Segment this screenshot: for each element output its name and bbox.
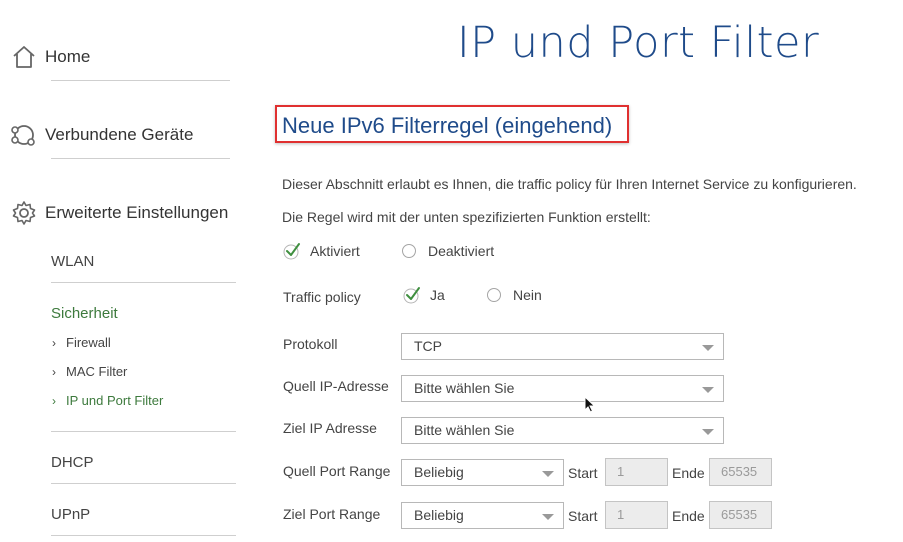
chevron-right-icon: › — [52, 336, 56, 350]
dropdown-arrow-icon — [542, 471, 554, 477]
dropdown-arrow-icon — [702, 429, 714, 435]
radio-label: Deaktiviert — [428, 243, 495, 259]
dest-port-end-input[interactable]: 65535 — [709, 501, 772, 529]
divider — [51, 282, 236, 283]
source-port-label: Quell Port Range — [283, 463, 391, 479]
source-port-select[interactable]: Beliebig — [401, 459, 564, 486]
dest-port-start-label: Start — [568, 508, 598, 524]
divider — [51, 431, 236, 432]
sidebar-item-mac-filter[interactable]: › MAC Filter — [52, 364, 127, 379]
sidebar-item-label: Verbundene Geräte — [45, 125, 194, 144]
source-port-start-label: Start — [568, 465, 598, 481]
dropdown-arrow-icon — [702, 387, 714, 393]
chevron-right-icon: › — [52, 394, 56, 408]
dest-port-end-label: Ende — [672, 508, 705, 524]
sidebar-item-upnp[interactable]: UPnP — [51, 506, 90, 523]
radio-circle — [402, 244, 416, 258]
section-description: Dieser Abschnitt erlaubt es Ihnen, die t… — [282, 176, 857, 192]
sidebar-item-ip-port-filter[interactable]: › IP und Port Filter — [52, 393, 163, 408]
divider — [51, 483, 236, 484]
divider — [51, 80, 230, 81]
check-icon — [403, 286, 421, 304]
sidebar-item-devices[interactable]: Verbundene Geräte — [10, 121, 193, 149]
dropdown-arrow-icon — [542, 514, 554, 520]
sidebar-item-security[interactable]: Sicherheit — [51, 305, 118, 322]
traffic-policy-label: Traffic policy — [283, 289, 361, 305]
gear-icon — [10, 199, 38, 227]
sidebar-item-label: Home — [45, 47, 91, 66]
page-title: IP und Port Filter — [457, 18, 820, 68]
check-icon — [283, 242, 301, 260]
radio-label: Ja — [430, 287, 445, 303]
source-port-start-input[interactable]: 1 — [605, 458, 668, 486]
radio-policy-no[interactable]: Nein — [487, 287, 542, 303]
sidebar-item-home[interactable]: Home — [10, 43, 90, 71]
dest-port-label: Ziel Port Range — [283, 506, 381, 522]
chevron-right-icon: › — [52, 365, 56, 379]
select-value: TCP — [414, 338, 442, 354]
mouse-cursor-icon — [584, 396, 596, 413]
radio-label: Aktiviert — [310, 243, 360, 259]
divider — [51, 535, 236, 536]
dest-port-start-input[interactable]: 1 — [605, 501, 668, 529]
rule-note: Die Regel wird mit der unten spezifizier… — [282, 209, 651, 225]
radio-policy-yes[interactable]: Ja — [403, 286, 445, 304]
dropdown-arrow-icon — [702, 345, 714, 351]
sidebar-item-firewall[interactable]: › Firewall — [52, 335, 111, 350]
radio-disabled[interactable]: Deaktiviert — [402, 243, 494, 259]
section-title: Neue IPv6 Filterregel (eingehend) — [282, 113, 613, 138]
sidebar-item-label: IP und Port Filter — [66, 393, 164, 408]
source-port-end-label: Ende — [672, 465, 705, 481]
dest-ip-label: Ziel IP Adresse — [283, 420, 377, 436]
devices-icon — [10, 121, 38, 149]
source-port-end-input[interactable]: 65535 — [709, 458, 772, 486]
divider — [51, 158, 230, 159]
sidebar-item-wlan[interactable]: WLAN — [51, 253, 94, 270]
dest-port-select[interactable]: Beliebig — [401, 502, 564, 529]
select-value: Bitte wählen Sie — [414, 422, 515, 438]
sidebar-item-label: Erweiterte Einstellungen — [45, 203, 229, 222]
radio-enabled[interactable]: Aktiviert — [283, 242, 360, 260]
radio-circle — [487, 288, 501, 302]
home-icon — [10, 43, 38, 71]
sidebar-item-advanced[interactable]: Erweiterte Einstellungen — [10, 199, 228, 227]
select-value: Bitte wählen Sie — [414, 380, 515, 396]
radio-label: Nein — [513, 287, 542, 303]
protocol-select[interactable]: TCP — [401, 333, 724, 360]
protocol-label: Protokoll — [283, 336, 338, 352]
source-ip-select[interactable]: Bitte wählen Sie — [401, 375, 724, 402]
sidebar-item-label: MAC Filter — [66, 364, 128, 379]
sidebar-item-dhcp[interactable]: DHCP — [51, 454, 94, 471]
select-value: Beliebig — [414, 507, 464, 523]
source-ip-label: Quell IP-Adresse — [283, 378, 389, 394]
select-value: Beliebig — [414, 464, 464, 480]
dest-ip-select[interactable]: Bitte wählen Sie — [401, 417, 724, 444]
sidebar-item-label: Firewall — [66, 335, 111, 350]
